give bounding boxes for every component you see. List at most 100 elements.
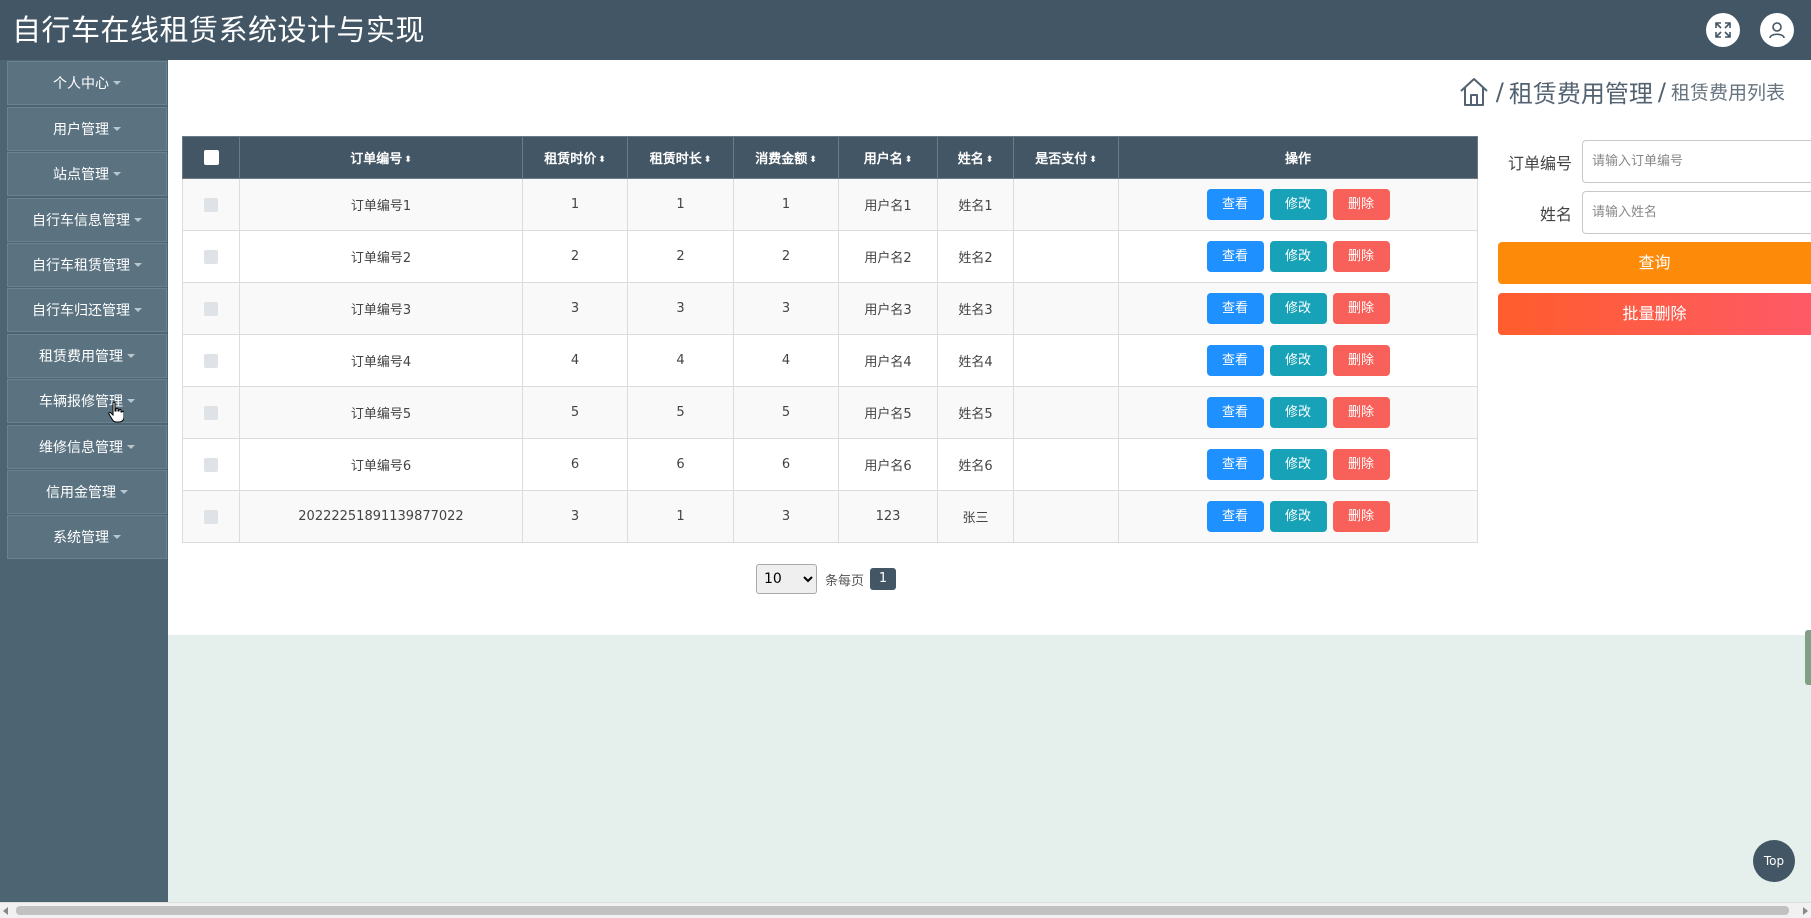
per-page-label: 条每页 bbox=[825, 573, 865, 589]
column-header-label: 是否支付 bbox=[1035, 152, 1088, 167]
search-row-order: 订单编号 bbox=[1498, 140, 1811, 183]
caret-down-icon bbox=[113, 126, 121, 131]
cell-name: 姓名3 bbox=[937, 282, 1014, 335]
delete-button[interactable]: 删除 bbox=[1332, 501, 1390, 532]
sidebar-item-user-management[interactable]: 用户管理 bbox=[7, 106, 167, 151]
view-button[interactable]: 查看 bbox=[1206, 241, 1264, 272]
sidebar-item-system-management[interactable]: 系统管理 bbox=[7, 515, 167, 560]
cell-name: 姓名4 bbox=[937, 334, 1014, 387]
edit-button[interactable]: 修改 bbox=[1269, 449, 1327, 480]
fullscreen-icon bbox=[1715, 22, 1731, 38]
row-checkbox[interactable] bbox=[204, 249, 218, 264]
name-input[interactable] bbox=[1582, 191, 1811, 234]
caret-down-icon bbox=[113, 172, 121, 177]
column-header-label: 租赁时长 bbox=[649, 152, 702, 167]
delete-button[interactable]: 删除 bbox=[1332, 345, 1390, 376]
sort-icon[interactable]: ⬍ bbox=[704, 155, 712, 165]
breadcrumb-section[interactable]: 租赁费用管理 bbox=[1509, 74, 1653, 109]
sort-icon[interactable]: ⬍ bbox=[809, 155, 817, 165]
back-to-top-button[interactable]: Top bbox=[1753, 840, 1795, 882]
sidebar-item-label: 系统管理 bbox=[53, 530, 109, 547]
edit-button[interactable]: 修改 bbox=[1269, 189, 1327, 220]
edit-button[interactable]: 修改 bbox=[1269, 293, 1327, 324]
column-header-amount[interactable]: 消费金额 ⬍ bbox=[733, 136, 839, 179]
cell-duration: 1 bbox=[627, 178, 734, 231]
edit-button[interactable]: 修改 bbox=[1269, 397, 1327, 428]
caret-down-icon bbox=[120, 489, 128, 494]
view-button[interactable]: 查看 bbox=[1206, 293, 1264, 324]
cell-duration: 2 bbox=[627, 230, 734, 283]
sidebar-item-personal-center[interactable]: 个人中心 bbox=[7, 61, 167, 106]
name-label: 姓名 bbox=[1539, 204, 1572, 224]
fullscreen-button[interactable] bbox=[1706, 13, 1740, 47]
sidebar-item-bike-rental-management[interactable]: 自行车租赁管理 bbox=[7, 242, 167, 287]
search-panel: 订单编号 姓名 查询 批量删除 bbox=[1498, 140, 1811, 335]
column-header-label: 用户名 bbox=[863, 152, 903, 167]
sort-icon[interactable]: ⬍ bbox=[404, 155, 412, 165]
delete-button[interactable]: 删除 bbox=[1332, 189, 1390, 220]
column-header-username[interactable]: 用户名 ⬍ bbox=[838, 136, 938, 179]
row-checkbox[interactable] bbox=[204, 509, 218, 524]
query-button[interactable]: 查询 bbox=[1498, 242, 1811, 284]
sidebar-item-station-management[interactable]: 站点管理 bbox=[7, 152, 167, 197]
caret-down-icon bbox=[134, 217, 142, 222]
view-button[interactable]: 查看 bbox=[1206, 345, 1264, 376]
side-drawer-handle[interactable] bbox=[1805, 630, 1811, 685]
cell-duration: 6 bbox=[627, 438, 734, 491]
sort-icon[interactable]: ⬍ bbox=[986, 155, 994, 165]
user-avatar-button[interactable] bbox=[1760, 13, 1794, 47]
sidebar-item-deposit-management[interactable]: 信用金管理 bbox=[7, 469, 167, 514]
edit-button[interactable]: 修改 bbox=[1269, 345, 1327, 376]
sidebar-item-bike-info-management[interactable]: 自行车信息管理 bbox=[7, 197, 167, 242]
column-header-actions: 操作 bbox=[1118, 136, 1478, 179]
row-checkbox[interactable] bbox=[204, 457, 218, 472]
column-header-price[interactable]: 租赁时价 ⬍ bbox=[522, 136, 628, 179]
sidebar-item-repair-report-management[interactable]: 车辆报修管理 bbox=[7, 379, 167, 424]
row-checkbox[interactable] bbox=[204, 405, 218, 420]
app-title: 自行车在线租赁系统设计与实现 bbox=[12, 13, 426, 47]
batch-delete-button[interactable]: 批量删除 bbox=[1498, 293, 1811, 335]
column-header-order-no[interactable]: 订单编号 ⬍ bbox=[239, 136, 523, 179]
scroll-left-icon[interactable] bbox=[3, 907, 8, 915]
table-row: 订单编号5 5 5 5 用户名5 姓名5 查看 修改 删除 bbox=[182, 386, 1478, 439]
cell-order-no: 订单编号6 bbox=[239, 438, 523, 491]
sidebar-item-rental-fee-management[interactable]: 租赁费用管理 bbox=[7, 333, 167, 378]
sidebar-item-bike-return-management[interactable]: 自行车归还管理 bbox=[7, 288, 167, 333]
row-checkbox[interactable] bbox=[204, 353, 218, 368]
cell-amount: 2 bbox=[733, 230, 839, 283]
caret-down-icon bbox=[127, 444, 135, 449]
page-number-current[interactable]: 1 bbox=[870, 568, 897, 590]
row-checkbox[interactable] bbox=[204, 197, 218, 212]
column-header-label: 租赁时价 bbox=[544, 152, 597, 167]
horizontal-scrollbar[interactable] bbox=[0, 902, 1811, 918]
column-header-duration[interactable]: 租赁时长 ⬍ bbox=[627, 136, 734, 179]
edit-button[interactable]: 修改 bbox=[1269, 241, 1327, 272]
sidebar-item-maintenance-info-management[interactable]: 维修信息管理 bbox=[7, 424, 167, 469]
cell-order-no: 订单编号3 bbox=[239, 282, 523, 335]
view-button[interactable]: 查看 bbox=[1206, 397, 1264, 428]
page-size-select[interactable]: 10 20 50 100 bbox=[756, 564, 817, 594]
sort-icon[interactable]: ⬍ bbox=[905, 155, 913, 165]
delete-button[interactable]: 删除 bbox=[1332, 397, 1390, 428]
column-header-name[interactable]: 姓名 ⬍ bbox=[937, 136, 1014, 179]
delete-button[interactable]: 删除 bbox=[1332, 449, 1390, 480]
scroll-right-icon[interactable] bbox=[1803, 907, 1808, 915]
sort-icon[interactable]: ⬍ bbox=[1089, 155, 1097, 165]
cell-amount: 3 bbox=[733, 282, 839, 335]
scrollbar-thumb[interactable] bbox=[16, 906, 1789, 915]
search-row-name: 姓名 bbox=[1498, 191, 1811, 234]
edit-button[interactable]: 修改 bbox=[1269, 501, 1327, 532]
row-select-cell bbox=[182, 178, 240, 231]
delete-button[interactable]: 删除 bbox=[1332, 293, 1390, 324]
select-all-checkbox[interactable] bbox=[203, 150, 219, 165]
row-checkbox[interactable] bbox=[204, 301, 218, 316]
delete-button[interactable]: 删除 bbox=[1332, 241, 1390, 272]
view-button[interactable]: 查看 bbox=[1206, 449, 1264, 480]
order-no-input[interactable] bbox=[1582, 140, 1811, 183]
column-header-paid[interactable]: 是否支付 ⬍ bbox=[1013, 136, 1119, 179]
sort-icon[interactable]: ⬍ bbox=[598, 155, 606, 165]
cell-paid bbox=[1013, 386, 1119, 439]
home-icon[interactable] bbox=[1457, 75, 1491, 109]
view-button[interactable]: 查看 bbox=[1206, 189, 1264, 220]
view-button[interactable]: 查看 bbox=[1206, 501, 1264, 532]
